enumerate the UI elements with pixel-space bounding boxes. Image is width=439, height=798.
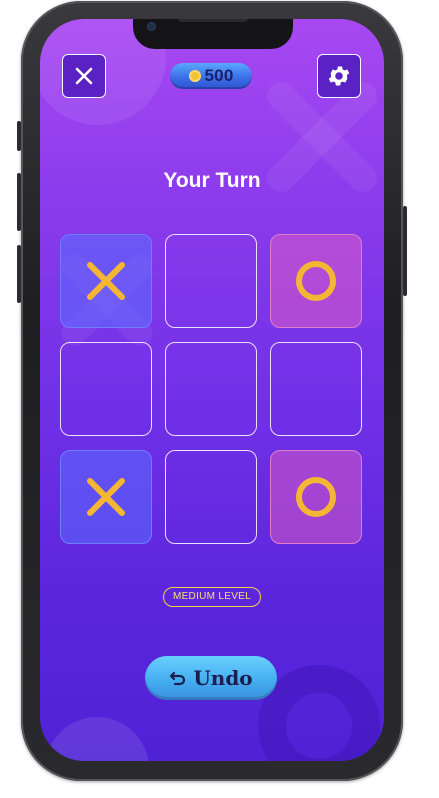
- x-mark-icon: [82, 473, 130, 521]
- game-screen: 500 Your Turn MEDIUM LEVEL Undo: [40, 19, 384, 761]
- board-cell[interactable]: [60, 450, 152, 544]
- board-cell[interactable]: [165, 234, 257, 328]
- board-cell[interactable]: [165, 450, 257, 544]
- turn-indicator: Your Turn: [163, 169, 261, 192]
- o-mark-icon: [292, 257, 340, 305]
- coin-balance: 500: [170, 63, 252, 89]
- board-cell[interactable]: [165, 342, 257, 436]
- board-cell[interactable]: [60, 342, 152, 436]
- board-cell[interactable]: [270, 342, 362, 436]
- notch: [133, 19, 293, 49]
- undo-button[interactable]: Undo: [145, 656, 277, 700]
- gear-icon: [328, 66, 350, 86]
- undo-arrow-icon: [170, 671, 186, 686]
- coin-icon: [188, 70, 201, 82]
- background-circle: [45, 717, 149, 761]
- o-mark-icon: [292, 473, 340, 521]
- volume-up-button: [17, 173, 21, 231]
- game-board: [60, 234, 363, 545]
- board-cell[interactable]: [270, 450, 362, 544]
- power-button: [403, 206, 407, 296]
- board-cell[interactable]: [270, 234, 362, 328]
- settings-button[interactable]: [317, 54, 361, 98]
- x-mark-icon: [82, 257, 130, 305]
- volume-down-button: [17, 245, 21, 303]
- mute-switch: [17, 121, 21, 151]
- close-icon: [75, 67, 93, 85]
- difficulty-badge: MEDIUM LEVEL: [163, 587, 261, 607]
- coin-count: 500: [204, 66, 234, 85]
- undo-label: Undo: [193, 666, 253, 690]
- close-button[interactable]: [62, 54, 106, 98]
- board-cell[interactable]: [60, 234, 152, 328]
- speaker-grille: [178, 19, 248, 22]
- front-camera: [147, 22, 156, 31]
